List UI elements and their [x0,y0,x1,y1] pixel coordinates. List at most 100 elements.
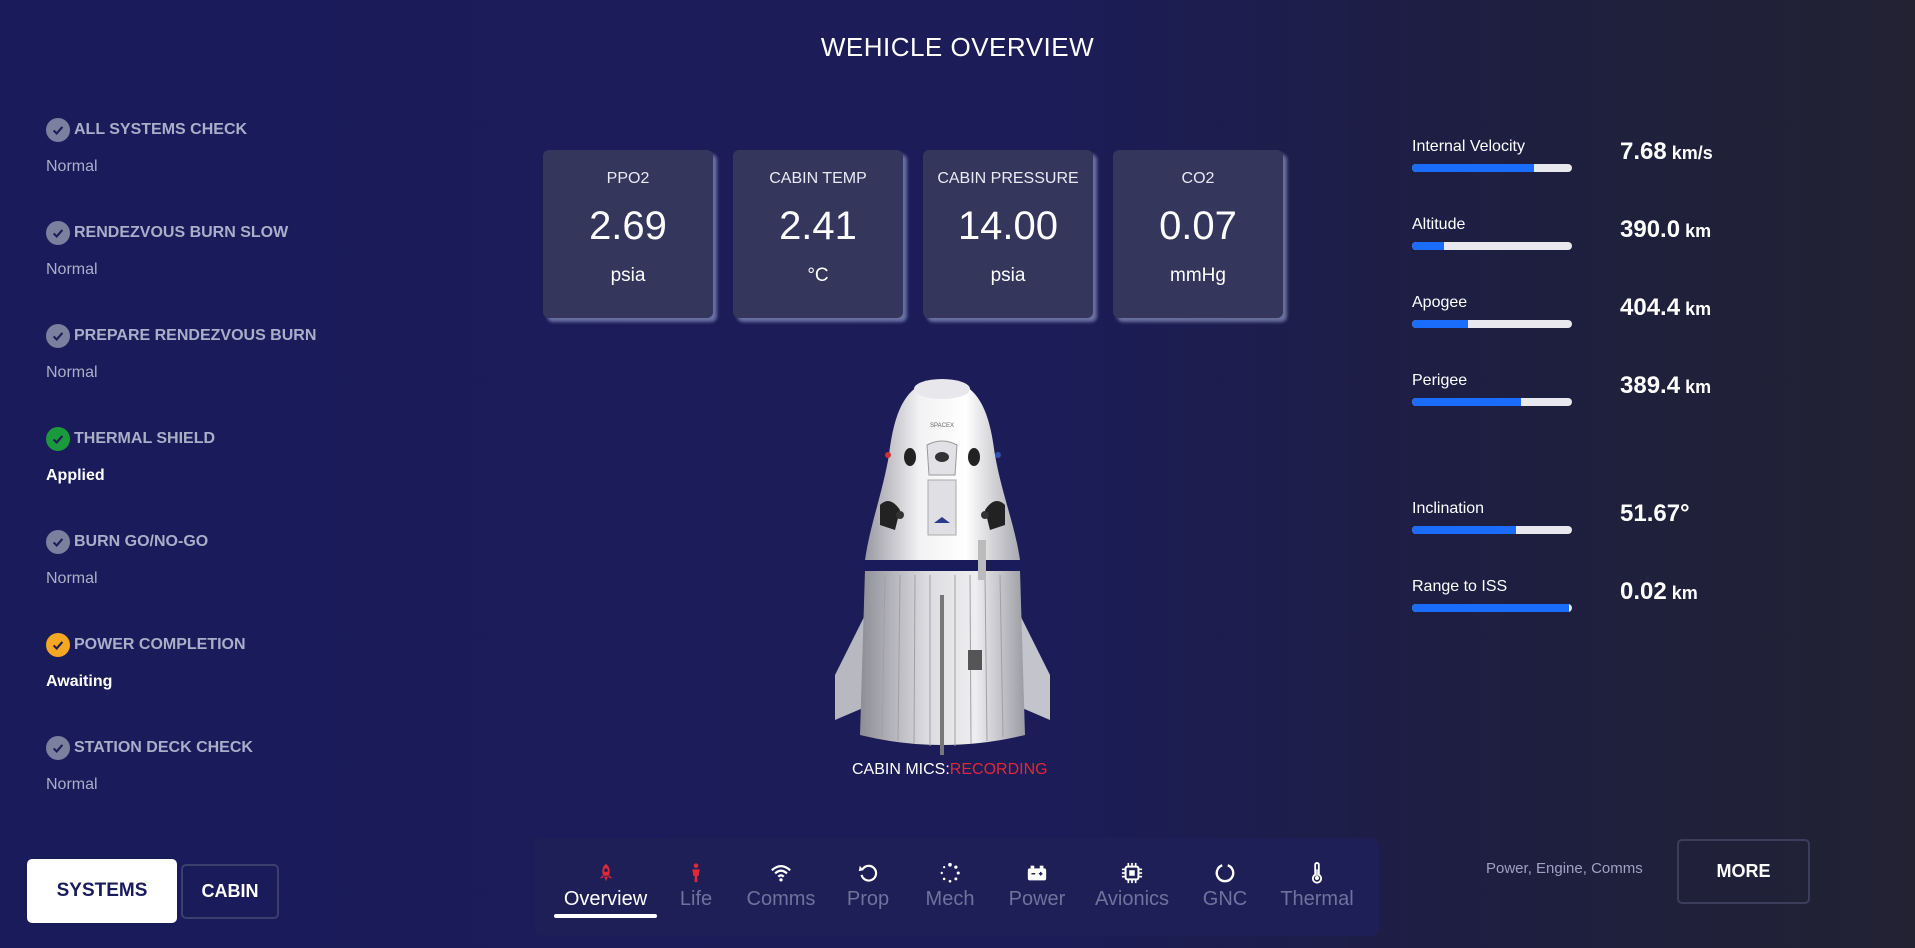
tab-label: Avionics [1094,888,1170,910]
telemetry-row-apogee: Apogee 404.4 km [1412,294,1772,372]
more-button[interactable]: MORE [1677,839,1810,904]
telemetry-label: Internal Velocity [1412,138,1525,155]
metric-value: 2.69 [589,204,667,248]
checklist-item[interactable]: THERMAL SHIELD Applied [46,427,316,530]
checklist-status: Normal [46,776,98,793]
telemetry-value: 51.67° [1620,500,1690,527]
more-caption: Power, Engine, Comms [1486,860,1643,877]
checklist-status: Awaiting [46,673,113,690]
metric-label: CABIN TEMP [769,170,867,187]
tab-label: Thermal [1280,888,1354,910]
tab-avionics[interactable]: Avionics [1083,838,1181,936]
metric-value: 0.07 [1159,204,1237,248]
refresh-icon [827,860,909,886]
tab-label: Power [1008,888,1066,910]
checklist: ALL SYSTEMS CHECK Normal RENDEZVOUS BURN… [46,118,316,839]
metric-label: PPO2 [606,170,650,187]
checklist-title: RENDEZVOUS BURN SLOW [74,224,289,241]
checklist-item[interactable]: ALL SYSTEMS CHECK Normal [46,118,316,221]
metric-unit: psia [990,265,1026,286]
check-icon [46,324,70,348]
tab-gnc[interactable]: GNC [1181,838,1269,936]
tab-label: GNC [1202,888,1248,910]
telemetry-value: 7.68 km/s [1620,138,1713,165]
telemetry-label: Perigee [1412,372,1468,389]
tab-label: Overview [563,888,648,910]
chip-icon [1083,860,1181,886]
tab-label: Prop [846,888,890,910]
telemetry-row-velocity: Internal Velocity 7.68 km/s [1412,138,1772,216]
metric-label: CABIN PRESSURE [937,170,1079,187]
metric-unit: psia [610,265,646,286]
check-icon [46,530,70,554]
recording-indicator: RECORDING [949,761,1048,778]
thermometer-icon [1269,860,1365,886]
metric-unit: °C [807,265,829,286]
tab-prop[interactable]: Prop [827,838,909,936]
telemetry-label: Apogee [1412,294,1468,311]
tab-label: Mech [925,888,975,910]
circle-icon [1181,860,1269,886]
telemetry-label: Range to ISS [1412,578,1508,595]
checklist-status: Normal [46,364,98,381]
checklist-title: POWER COMPLETION [74,636,246,653]
check-icon [46,427,70,451]
checklist-item[interactable]: POWER COMPLETION Awaiting [46,633,316,736]
battery-icon [991,860,1083,886]
tab-label: Comms [746,888,816,910]
checklist-status: Applied [46,467,105,484]
rocket-icon [554,860,657,886]
checklist-title: ALL SYSTEMS CHECK [74,121,248,138]
checklist-status: Normal [46,570,98,587]
telemetry-bar-fill [1412,526,1516,534]
tab-thermal[interactable]: Thermal [1269,838,1365,936]
check-icon [46,221,70,245]
checklist-title: STATION DECK CHECK [74,739,253,756]
checklist-title: PREPARE RENDEZVOUS BURN [74,327,317,344]
check-icon [46,118,70,142]
telemetry-label: Altitude [1412,216,1466,233]
metric-card-cabin-temp: CABIN TEMP 2.41 °C [733,150,903,318]
check-icon [46,736,70,760]
metric-card-co2: CO2 0.07 mmHg [1113,150,1283,318]
telemetry-row-inclination: Inclination 51.67° [1412,500,1772,578]
checklist-status: Normal [46,158,98,175]
cabin-mics-status: CABIN MICS:RECORDING [852,761,1048,779]
capsule-logo-text: SPACEX [930,423,954,429]
telemetry-value: 389.4 km [1620,372,1712,399]
tab-overview[interactable]: Overview [554,838,657,936]
telemetry-bar [1412,526,1572,534]
telemetry-bar [1412,398,1572,406]
telemetry-bar-fill [1412,320,1468,328]
checklist-status: Normal [46,261,98,278]
check-icon [46,633,70,657]
telemetry-value: 0.02 km [1620,578,1698,605]
tab-comms[interactable]: Comms [735,838,827,936]
metric-card-ppo2: PPO2 2.69 psia [543,150,713,318]
tab-mech[interactable]: Mech [909,838,991,936]
metric-card-cabin-pressure: CABIN PRESSURE 14.00 psia [923,150,1093,318]
telemetry-bar [1412,242,1572,250]
telemetry-panel: Internal Velocity 7.68 km/s Altitude 390.… [1412,138,1772,656]
telemetry-value: 390.0 km [1620,216,1712,243]
spinner-icon [909,860,991,886]
tab-power[interactable]: Power [991,838,1083,936]
tab-life[interactable]: Life [657,838,735,936]
telemetry-row-perigee: Perigee 389.4 km [1412,372,1772,450]
person-icon [657,860,735,886]
checklist-item[interactable]: BURN GO/NO-GO Normal [46,530,316,633]
telemetry-value: 404.4 km [1620,294,1712,321]
cabin-button[interactable]: CABIN [181,864,279,919]
metric-cards: PPO2 2.69 psia CABIN TEMP 2.41 °C CABIN … [543,150,1283,318]
telemetry-bar [1412,320,1572,328]
checklist-item[interactable]: STATION DECK CHECK Normal [46,736,316,839]
bottom-nav: Overview Life Comms Prop Mech Power Avio… [534,838,1379,936]
telemetry-bar-fill [1412,604,1569,612]
checklist-item[interactable]: PREPARE RENDEZVOUS BURN Normal [46,324,316,427]
checklist-title: THERMAL SHIELD [74,430,216,447]
checklist-item[interactable]: RENDEZVOUS BURN SLOW Normal [46,221,316,324]
cabin-mics-label: CABIN MICS: [852,761,950,778]
checklist-title: BURN GO/NO-GO [74,533,209,550]
metric-unit: mmHg [1170,265,1226,286]
systems-button[interactable]: SYSTEMS [27,859,177,923]
